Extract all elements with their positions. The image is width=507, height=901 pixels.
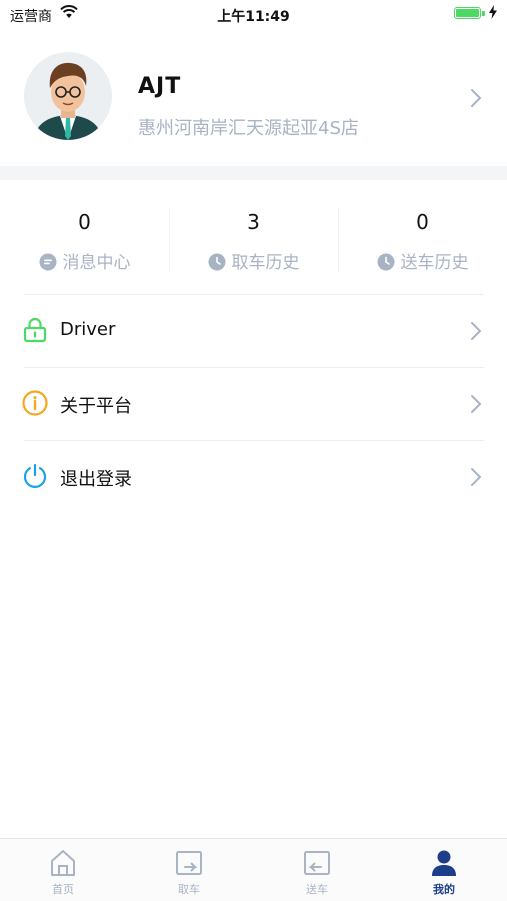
stat-label: 取车历史 (169, 248, 338, 273)
chevron-right-icon (470, 467, 482, 491)
lock-icon (22, 317, 48, 347)
section-separator (0, 166, 507, 180)
shop-name: 惠州河南岸汇天源起亚4S店 (138, 118, 359, 139)
message-icon (39, 253, 56, 271)
stat-pickup-history[interactable]: 3 取车历史 (169, 190, 338, 288)
stats-panel: 0 消息中心 3 取车历史 0 送车历史 (0, 190, 507, 288)
menu-item-label: Driver (60, 319, 116, 340)
tab-home[interactable]: 首页 (0, 839, 126, 901)
pickup-icon (175, 849, 203, 881)
chevron-right-icon (470, 88, 482, 112)
info-icon (22, 390, 48, 420)
menu-item-about[interactable]: 关于平台 (0, 368, 507, 440)
user-name: AJT (138, 74, 182, 99)
tab-label: 首页 (52, 883, 74, 896)
stat-value: 0 (416, 210, 429, 234)
battery-icon (454, 7, 481, 19)
clock-icon (377, 253, 394, 271)
tab-label: 送车 (306, 883, 328, 896)
stat-value: 0 (78, 210, 91, 234)
chevron-right-icon (470, 394, 482, 418)
menu-item-logout[interactable]: 退出登录 (0, 441, 507, 513)
avatar (24, 52, 112, 140)
stat-messages[interactable]: 0 消息中心 (0, 190, 169, 288)
tab-pickup[interactable]: 取车 (126, 839, 252, 901)
battery-tip (482, 11, 485, 16)
power-icon (22, 463, 48, 493)
user-icon (431, 849, 457, 881)
menu-item-label: 退出登录 (60, 469, 132, 490)
tab-bar: 首页 取车 送车 我的 (0, 838, 507, 901)
stat-label: 送车历史 (338, 248, 507, 273)
profile-header[interactable]: AJT 惠州河南岸汇天源起亚4S店 (0, 42, 507, 160)
stat-value: 3 (247, 210, 260, 234)
status-bar: 运营商 上午11:49 (0, 0, 507, 28)
menu-item-label: 关于平台 (60, 396, 132, 417)
tab-delivery[interactable]: 送车 (254, 839, 380, 901)
clock-icon (208, 253, 225, 271)
tab-label: 取车 (178, 883, 200, 896)
delivery-icon (303, 849, 331, 881)
tab-label: 我的 (433, 883, 455, 896)
home-icon (50, 849, 76, 881)
chevron-right-icon (470, 321, 482, 345)
stat-label: 消息中心 (0, 248, 169, 273)
tab-mine[interactable]: 我的 (381, 839, 507, 901)
charging-icon (488, 5, 498, 23)
clock-time: 上午11:49 (217, 9, 290, 25)
menu-item-driver[interactable]: Driver (0, 295, 507, 367)
stat-delivery-history[interactable]: 0 送车历史 (338, 190, 507, 288)
